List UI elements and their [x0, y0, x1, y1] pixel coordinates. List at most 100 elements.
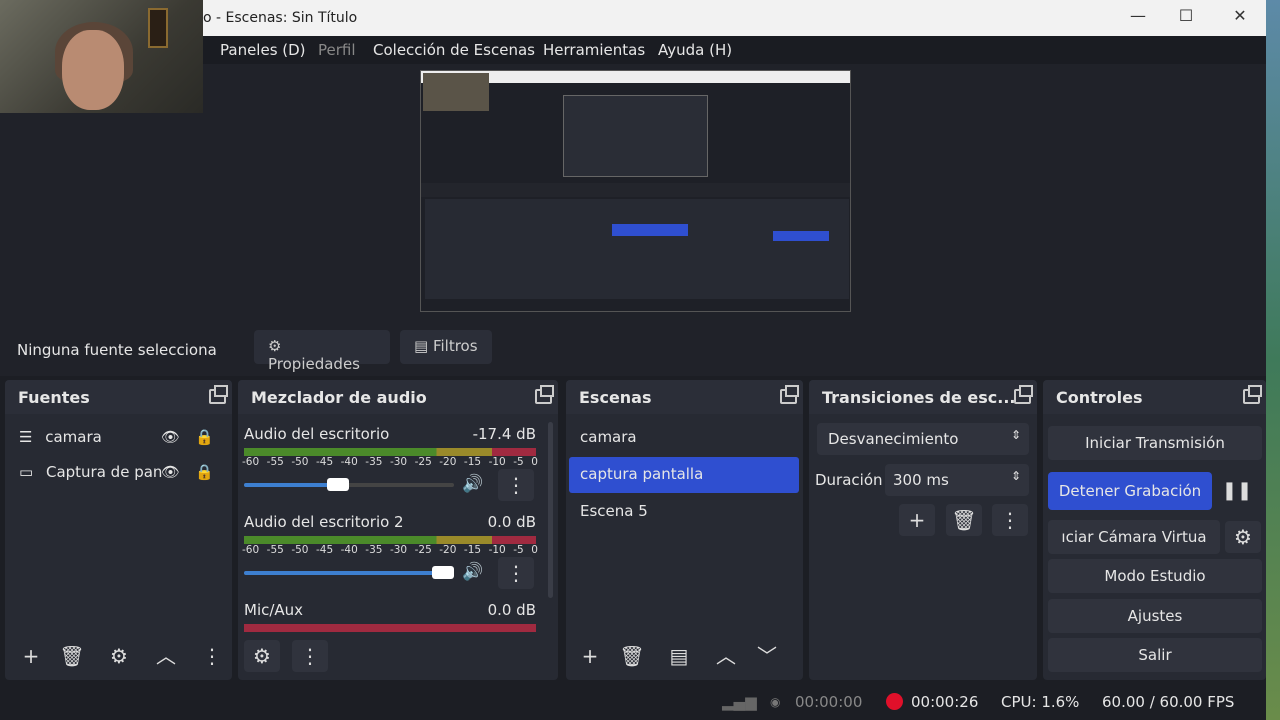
tick-label: -20	[439, 544, 457, 556]
preview-image	[420, 70, 851, 312]
meter-ticks: -60 -55 -50 -45 -40 -35 -30 -25 -20 -15 -10 -5 0	[242, 544, 538, 556]
lock-icon[interactable]: 🔒	[195, 428, 214, 446]
tick-label: 0	[531, 544, 538, 556]
undock-icon[interactable]	[1243, 385, 1262, 404]
stream-icon: ◉	[770, 695, 781, 709]
tick-label: -50	[291, 456, 309, 468]
slider-handle[interactable]	[327, 478, 349, 491]
monitor-icon: ▭	[19, 463, 34, 481]
remove-transition-button[interactable]: 🗑	[946, 504, 982, 536]
source-item[interactable]: ☰ camara 👁 🔒	[19, 428, 219, 446]
add-transition-button[interactable]: +	[899, 504, 935, 536]
close-button[interactable]: ✕	[1220, 6, 1260, 30]
list-icon: ☰	[19, 428, 33, 446]
tick-label: -45	[315, 544, 334, 556]
menu-paneles[interactable]: Paneles (D)	[220, 41, 306, 59]
slider-handle[interactable]	[432, 566, 454, 579]
source-properties-button[interactable]: ⚙	[101, 640, 137, 672]
transitions-dock: Transiciones de esc... Desvanecimiento ⇕ …	[809, 380, 1037, 680]
menu-herramientas[interactable]: Herramientas	[543, 41, 645, 59]
controls-dock: Controles Iniciar Transmisión Detener Gr…	[1043, 380, 1266, 680]
tick-label: -35	[365, 456, 383, 468]
maximize-button[interactable]: ☐	[1166, 6, 1206, 30]
volume-meter	[244, 448, 536, 456]
speaker-icon[interactable]: 🔊	[462, 562, 483, 582]
properties-button[interactable]: ⚙ Propiedades	[254, 330, 390, 373]
volume-meter	[244, 624, 536, 632]
stop-recording-button[interactable]: Detener Grabación	[1048, 472, 1212, 510]
tick-label: -45	[315, 456, 334, 468]
scene-down-button[interactable]: ﹀	[749, 640, 785, 672]
menu-ayuda[interactable]: Ayuda (H)	[658, 41, 732, 59]
transition-menu-button[interactable]: ⋮	[992, 504, 1028, 536]
exit-button[interactable]: Salir	[1048, 638, 1262, 672]
menu-coleccion[interactable]: Colección de Escenas	[373, 41, 535, 59]
scene-filters-button[interactable]: ▤	[661, 640, 697, 672]
scene-item-selected[interactable]: captura pantalla	[569, 457, 799, 493]
filters-label: Filtros	[432, 337, 478, 355]
tick-label: -40	[340, 544, 358, 556]
tick-label: -15	[463, 544, 482, 556]
transition-value: Desvanecimiento	[828, 430, 959, 448]
mixer-scrollbar[interactable]	[548, 422, 553, 598]
tick-label: -55	[266, 456, 284, 468]
fps: 60.00 / 60.00 FPS	[1102, 693, 1235, 711]
tick-label: -50	[291, 544, 309, 556]
volume-slider[interactable]	[244, 566, 454, 579]
undock-icon[interactable]	[535, 385, 554, 404]
speaker-icon[interactable]: 🔊	[462, 474, 483, 494]
no-source-label: Ninguna fuente selecciona	[17, 341, 217, 359]
undock-icon[interactable]	[780, 385, 799, 404]
source-item[interactable]: ▭ Captura de pan 👁 🔒	[19, 463, 219, 481]
lock-icon[interactable]: 🔒	[195, 463, 214, 481]
virtualcam-settings-button[interactable]: ⚙	[1225, 521, 1261, 553]
filters-button[interactable]: ▤ Filtros	[400, 330, 492, 364]
mixer-menu-button[interactable]: ⋮	[292, 640, 328, 672]
meter-ticks: -60 -55 -50 -45 -40 -35 -30 -25 -20 -15 -10 -5 0	[242, 456, 538, 468]
more-button[interactable]: ⋮	[202, 640, 222, 672]
source-name: camara	[45, 428, 102, 446]
cpu-usage: CPU: 1.6%	[1001, 693, 1080, 711]
status-bar: ▂▄▆ ◉ 00:00:00 00:00:26 CPU: 1.6% 60.00 …	[0, 684, 1266, 720]
tick-label: -25	[414, 544, 432, 556]
eye-icon[interactable]: 👁	[161, 463, 180, 481]
channel-menu-button[interactable]: ⋮	[498, 469, 534, 501]
add-source-button[interactable]: +	[13, 640, 49, 672]
window-title: o - Escenas: Sin Título	[203, 10, 358, 26]
channel-menu-button[interactable]: ⋮	[498, 557, 534, 589]
undock-icon[interactable]	[1014, 385, 1033, 404]
add-scene-button[interactable]: +	[572, 640, 608, 672]
properties-label: Propiedades	[268, 355, 360, 373]
tick-label: -30	[389, 544, 408, 556]
spinner-icon[interactable]: ⇕	[1011, 469, 1021, 483]
tick-label: -35	[365, 544, 383, 556]
controls-title: Controles	[1056, 388, 1143, 407]
audio-mixer-dock: Mezclador de audio Audio del escritorio …	[238, 380, 558, 680]
tick-label: 0	[531, 456, 538, 468]
transition-select[interactable]: Desvanecimiento ⇕	[817, 423, 1029, 455]
scene-item[interactable]: camara	[569, 420, 799, 456]
scenes-dock: Escenas camara captura pantalla Escena 5…	[566, 380, 803, 680]
pause-recording-button[interactable]: ❚❚	[1219, 475, 1255, 507]
scene-item[interactable]: Escena 5	[569, 494, 799, 530]
scenes-title: Escenas	[579, 388, 652, 407]
menu-perfil[interactable]: Perfil	[318, 41, 356, 59]
start-virtualcam-button[interactable]: ıciar Cámara Virtua	[1048, 520, 1220, 554]
start-streaming-button[interactable]: Iniciar Transmisión	[1048, 426, 1262, 460]
duration-input[interactable]: 300 ms ⇕	[885, 464, 1029, 496]
minimize-button[interactable]: —	[1118, 6, 1158, 30]
eye-icon[interactable]: 👁	[161, 428, 180, 446]
move-up-button[interactable]: ︿	[148, 640, 184, 672]
menu-bar: Paneles (D) Perfil Colección de Escenas …	[203, 36, 1266, 64]
studio-mode-button[interactable]: Modo Estudio	[1048, 559, 1262, 593]
record-time: 00:00:26	[911, 693, 979, 711]
channel-name: Mic/Aux	[244, 601, 304, 619]
volume-slider[interactable]	[244, 478, 454, 491]
remove-source-button[interactable]: 🗑	[54, 640, 90, 672]
settings-button[interactable]: Ajustes	[1048, 599, 1262, 633]
remove-scene-button[interactable]: 🗑	[614, 640, 650, 672]
desktop-background	[1266, 0, 1280, 720]
undock-icon[interactable]	[209, 385, 228, 404]
advanced-audio-button[interactable]: ⚙	[244, 640, 280, 672]
scene-up-button[interactable]: ︿	[708, 640, 744, 672]
